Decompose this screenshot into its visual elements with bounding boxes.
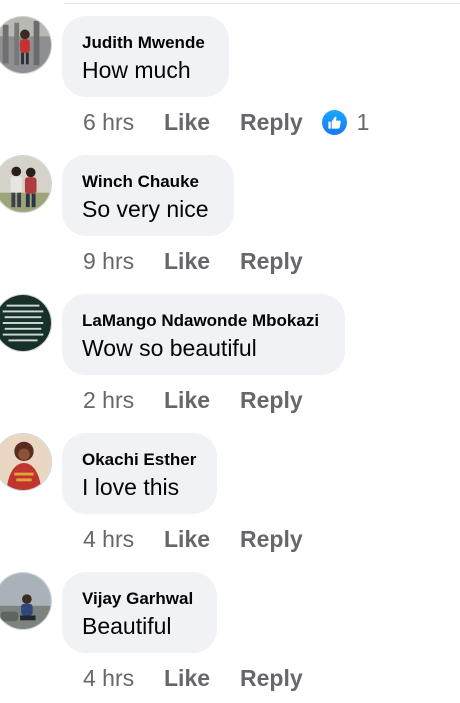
comment-text: How much [82,57,191,83]
author-name[interactable]: Okachi Esther [82,450,196,470]
thumbs-up-icon [321,109,347,135]
avatar[interactable] [0,155,52,213]
divider [64,3,460,4]
comment-item: Judith Mwende How much 6 hrs Like Reply … [0,8,460,147]
comment-text: I love this [82,474,180,500]
reaction-summary[interactable]: 1 [321,108,370,136]
comment-item: Winch Chauke So very nice 9 hrs Like Rep… [0,147,460,286]
reply-button[interactable]: Reply [240,248,303,275]
comment-bubble: LaMango Ndawonde Mbokazi Wow so beautifu… [62,294,345,375]
like-button[interactable]: Like [164,526,240,553]
reply-button[interactable]: Reply [240,109,303,136]
like-button[interactable]: Like [164,248,240,275]
timestamp[interactable]: 9 hrs [83,248,164,275]
comment-bubble: Winch Chauke So very nice [62,155,234,236]
comment-actions: 4 hrs Like Reply [83,519,303,559]
avatar[interactable] [0,572,52,630]
avatar[interactable] [0,294,52,352]
author-name[interactable]: Judith Mwende [82,33,205,53]
author-name[interactable]: LaMango Ndawonde Mbokazi [82,311,319,331]
comment-text: Wow so beautiful [82,335,257,361]
avatar[interactable] [0,433,52,491]
comment-bubble: Okachi Esther I love this [62,433,217,514]
comment-actions: 9 hrs Like Reply [83,241,303,281]
like-button[interactable]: Like [164,109,240,136]
avatar[interactable] [0,16,52,74]
like-button[interactable]: Like [164,665,240,692]
reaction-count: 1 [356,108,370,135]
like-button[interactable]: Like [164,387,240,414]
comment-text: Beautiful [82,613,172,639]
reply-button[interactable]: Reply [240,526,303,553]
timestamp[interactable]: 6 hrs [83,109,164,136]
reply-button[interactable]: Reply [240,387,303,414]
comment-item: LaMango Ndawonde Mbokazi Wow so beautifu… [0,286,460,425]
timestamp[interactable]: 4 hrs [83,665,164,692]
author-name[interactable]: Vijay Garhwal [82,589,193,609]
comment-actions: 2 hrs Like Reply [83,380,303,420]
comment-bubble: Vijay Garhwal Beautiful [62,572,217,653]
timestamp[interactable]: 2 hrs [83,387,164,414]
author-name[interactable]: Winch Chauke [82,172,199,192]
comment-item: Okachi Esther I love this 4 hrs Like Rep… [0,425,460,564]
comment-item: Vijay Garhwal Beautiful 4 hrs Like Reply [0,564,460,703]
comment-actions: 4 hrs Like Reply [83,658,303,698]
timestamp[interactable]: 4 hrs [83,526,164,553]
comment-actions: 6 hrs Like Reply 1 [83,102,369,142]
reply-button[interactable]: Reply [240,665,303,692]
comment-bubble: Judith Mwende How much [62,16,229,97]
comment-text: So very nice [82,196,209,222]
